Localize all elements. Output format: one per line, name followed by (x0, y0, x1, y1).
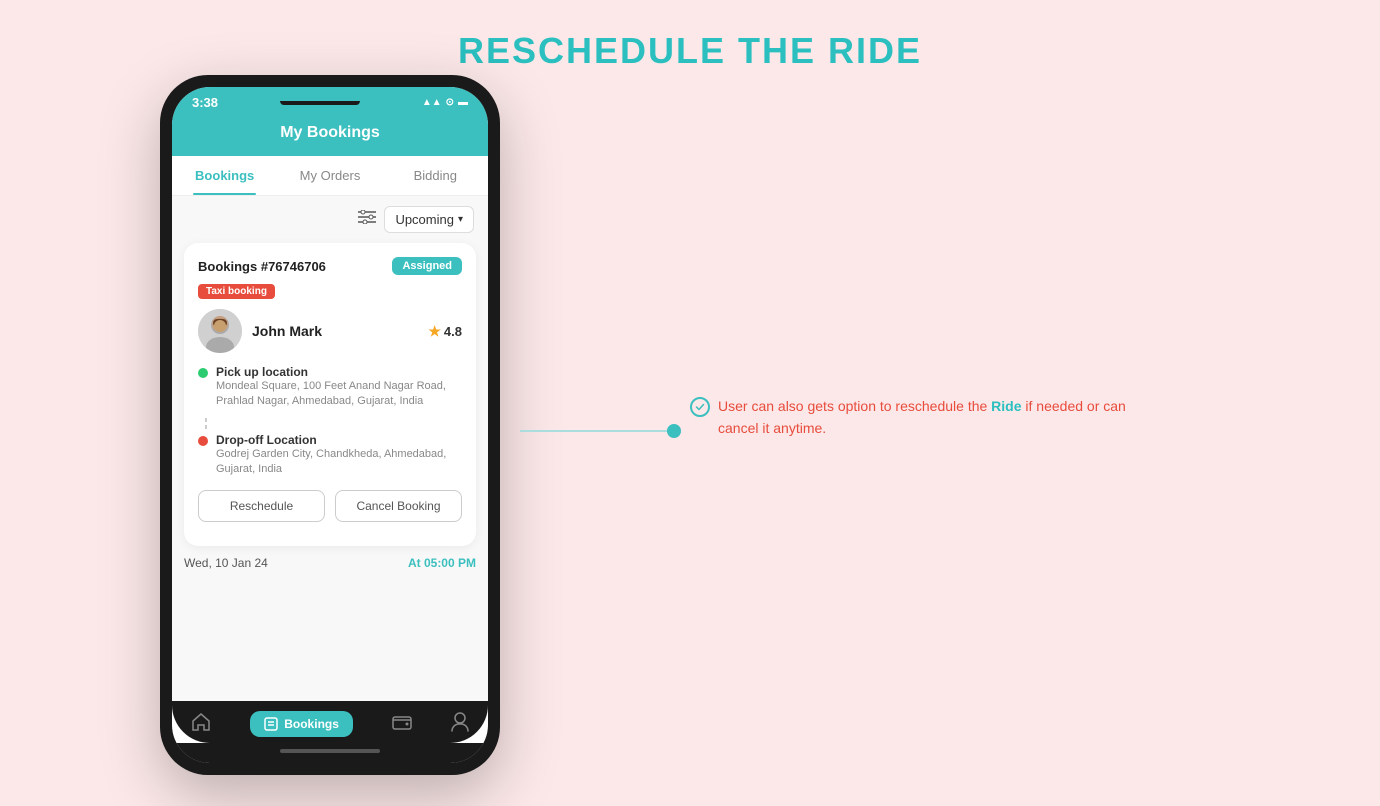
driver-name: John Mark (252, 323, 418, 339)
bottom-nav: Bookings (172, 701, 488, 743)
booking-id: Bookings #76746706 (198, 259, 326, 274)
action-buttons: Reschedule Cancel Booking (198, 490, 462, 522)
home-indicator (172, 743, 488, 763)
annotation-text-part1: User can also gets option to reschedule … (718, 398, 991, 414)
nav-bookings[interactable]: Bookings (250, 711, 353, 737)
dropoff-row: Drop-off Location Godrej Garden City, Ch… (198, 433, 462, 478)
home-icon (191, 712, 211, 737)
booking-date: Wed, 10 Jan 24 (184, 556, 268, 570)
app-header: My Bookings (172, 114, 488, 156)
booking-time: At 05:00 PM (408, 556, 476, 570)
chevron-down-icon: ▾ (458, 214, 463, 225)
phone-screen: 3:38 ▲▲ ⊙ ▬ My Bookings Bookings My Orde… (172, 87, 488, 763)
pickup-address: Mondeal Square, 100 Feet Anand Nagar Roa… (216, 379, 462, 410)
profile-icon (451, 712, 469, 737)
bookings-nav-button[interactable]: Bookings (250, 711, 353, 737)
page-title: RESCHEDULE THE RIDE (0, 0, 1380, 72)
wallet-icon (392, 714, 412, 735)
signal-icon: ▲▲ (422, 97, 442, 108)
connector-dot (667, 424, 681, 438)
nav-home[interactable] (191, 712, 211, 737)
status-icons: ▲▲ ⊙ ▬ (422, 97, 468, 108)
booking-card: Bookings #76746706 Assigned Taxi booking (184, 243, 476, 546)
rating-value: 4.8 (444, 324, 462, 339)
connector-line (520, 430, 675, 432)
star-icon: ★ (428, 323, 441, 340)
dropoff-content: Drop-off Location Godrej Garden City, Ch… (216, 433, 462, 478)
upcoming-dropdown[interactable]: Upcoming ▾ (384, 206, 474, 233)
phone-shell: 3:38 ▲▲ ⊙ ▬ My Bookings Bookings My Orde… (160, 75, 500, 775)
datetime-row: Wed, 10 Jan 24 At 05:00 PM (172, 546, 488, 570)
tab-bidding[interactable]: Bidding (383, 156, 488, 195)
tab-my-orders[interactable]: My Orders (277, 156, 382, 195)
check-icon (690, 397, 710, 417)
wifi-icon: ⊙ (446, 97, 454, 108)
driver-row: John Mark ★ 4.8 (198, 309, 462, 353)
filter-icon[interactable] (358, 210, 376, 229)
phone-mockup: 3:38 ▲▲ ⊙ ▬ My Bookings Bookings My Orde… (160, 75, 500, 775)
home-bar (280, 749, 380, 753)
tab-bookings[interactable]: Bookings (172, 156, 277, 195)
annotation-text-ride: Ride (991, 398, 1021, 414)
pickup-dot (198, 368, 208, 378)
pickup-label: Pick up location (216, 365, 462, 379)
driver-rating: ★ 4.8 (428, 323, 462, 340)
category-tag: Taxi booking (198, 284, 275, 299)
annotation-content: User can also gets option to reschedule … (690, 395, 1170, 440)
avatar (198, 309, 242, 353)
content-area: Upcoming ▾ Bookings #76746706 Assigned T… (172, 196, 488, 701)
dropdown-label: Upcoming (395, 212, 454, 227)
status-time: 3:38 (192, 95, 218, 110)
annotation-box: User can also gets option to reschedule … (690, 395, 1170, 440)
reschedule-button[interactable]: Reschedule (198, 490, 325, 522)
filter-row: Upcoming ▾ (172, 196, 488, 243)
pickup-content: Pick up location Mondeal Square, 100 Fee… (216, 365, 462, 410)
tab-bar: Bookings My Orders Bidding (172, 156, 488, 196)
dropoff-dot (198, 436, 208, 446)
notch (280, 101, 360, 105)
dropoff-label: Drop-off Location (216, 433, 462, 447)
cancel-booking-button[interactable]: Cancel Booking (335, 490, 462, 522)
location-section: Pick up location Mondeal Square, 100 Fee… (198, 365, 462, 478)
dropoff-address: Godrej Garden City, Chandkheda, Ahmedaba… (216, 447, 462, 478)
annotation-text: User can also gets option to reschedule … (718, 395, 1170, 440)
nav-profile[interactable] (451, 712, 469, 737)
nav-bookings-label: Bookings (284, 717, 339, 731)
status-bar: 3:38 ▲▲ ⊙ ▬ (172, 87, 488, 114)
battery-icon: ▬ (458, 97, 468, 108)
pickup-row: Pick up location Mondeal Square, 100 Fee… (198, 365, 462, 410)
nav-wallet[interactable] (392, 714, 412, 735)
status-badge: Assigned (392, 257, 462, 275)
card-header: Bookings #76746706 Assigned (198, 257, 462, 275)
header-title: My Bookings (280, 124, 380, 141)
